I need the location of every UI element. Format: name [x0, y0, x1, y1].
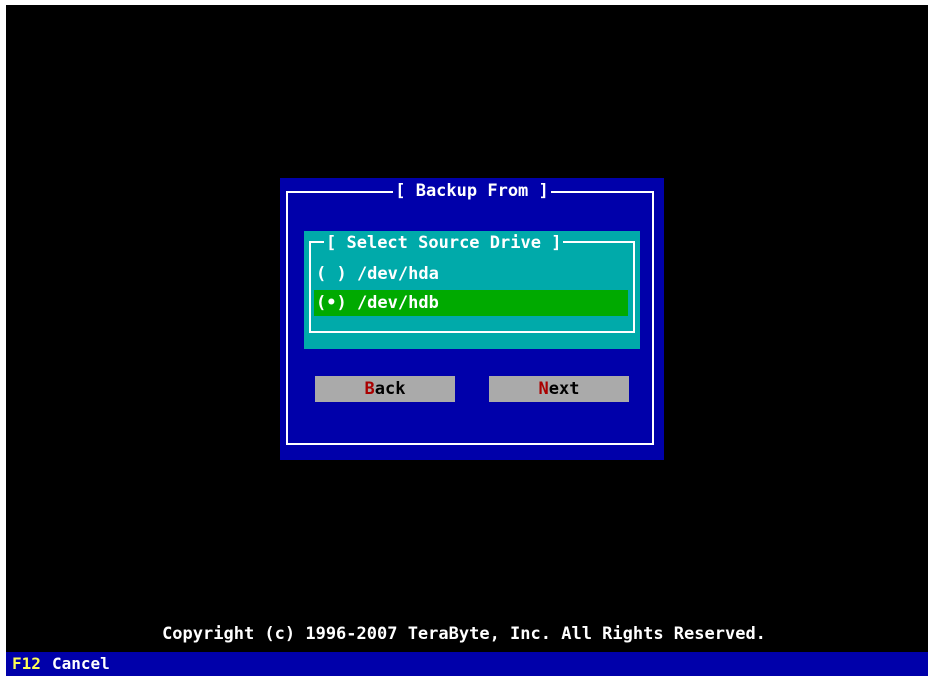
panel-title-text: Select Source Drive [346, 233, 541, 253]
back-button[interactable]: Back [315, 376, 455, 402]
cancel-label[interactable]: Cancel [52, 652, 110, 676]
dialog-title: [ Backup From ] [393, 181, 551, 201]
drive-option-hdb[interactable]: (•) /dev/hdb [314, 290, 628, 316]
console-screen: [ Backup From ] [ Select Source Drive ] … [6, 5, 928, 676]
next-label: ext [548, 379, 580, 399]
next-hotkey: N [538, 379, 549, 399]
back-label: ack [374, 379, 406, 399]
drive-option-hda[interactable]: ( ) /dev/hda [314, 261, 628, 287]
panel-title: [ Select Source Drive ] [324, 233, 564, 253]
cancel-hotkey[interactable]: F12 [12, 652, 41, 676]
dialog-title-text: Backup From [415, 181, 529, 201]
next-button[interactable]: Next [489, 376, 629, 402]
panel-frame [309, 241, 635, 333]
status-bar: F12 Cancel [6, 652, 928, 676]
backup-from-dialog: [ Backup From ] [ Select Source Drive ] … [280, 178, 664, 460]
back-hotkey: B [364, 379, 375, 399]
source-drive-panel: [ Select Source Drive ] ( ) /dev/hda (•)… [304, 231, 640, 349]
copyright-notice: Copyright (c) 1996-2007 TeraByte, Inc. A… [162, 624, 766, 644]
